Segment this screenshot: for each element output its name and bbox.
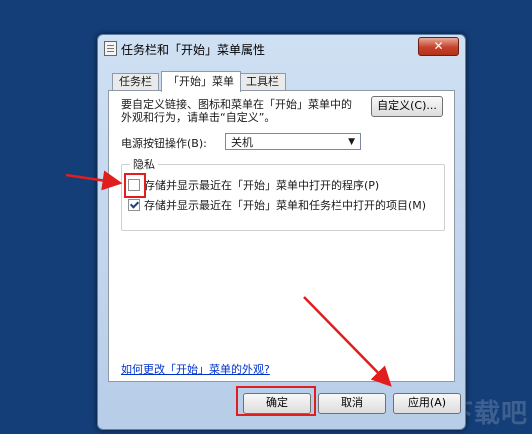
help-link[interactable]: 如何更改「开始」菜单的外观?	[121, 361, 270, 377]
store-recent-items-label: 存储并显示最近在「开始」菜单和任务栏中打开的项目(M)	[144, 199, 427, 212]
chevron-down-icon: ▼	[348, 137, 355, 147]
store-recent-items-checkbox[interactable]	[128, 199, 140, 211]
close-icon: ✕	[433, 39, 444, 53]
privacy-group: 隐私 存储并显示最近在「开始」菜单中打开的程序(P) 存储并显示最近在「开始」菜…	[121, 158, 445, 231]
tab-taskbar[interactable]: 任务栏	[112, 73, 159, 90]
tab-toolbars[interactable]: 工具栏	[239, 73, 286, 90]
description-line-1: 要自定义链接、图标和菜单在「开始」菜单中的	[121, 98, 352, 111]
window-icon	[104, 41, 117, 56]
power-button-action-select[interactable]: 关机 ▼	[225, 133, 361, 150]
start-menu-panel: 要自定义链接、图标和菜单在「开始」菜单中的 外观和行为，请单击“自定义”。 自定…	[108, 90, 455, 382]
power-button-action-value: 关机	[231, 136, 253, 149]
title-bar[interactable]: 任务栏和「开始」菜单属性 ✕	[98, 35, 465, 61]
apply-button[interactable]: 应用(A)	[393, 393, 461, 414]
store-recent-programs-option[interactable]: 存储并显示最近在「开始」菜单中打开的程序(P)	[128, 179, 379, 193]
description-line-2: 外观和行为，请单击“自定义”。	[121, 111, 276, 124]
tab-start-menu[interactable]: 「开始」菜单	[161, 71, 241, 92]
customize-button[interactable]: 自定义(C)...	[371, 96, 443, 117]
close-button[interactable]: ✕	[418, 37, 459, 56]
window-title: 任务栏和「开始」菜单属性	[121, 43, 266, 57]
store-recent-items-option[interactable]: 存储并显示最近在「开始」菜单和任务栏中打开的项目(M)	[128, 199, 426, 213]
privacy-legend: 隐私	[130, 158, 158, 171]
power-button-action-label: 电源按钮操作(B):	[121, 137, 207, 150]
highlight-box-checkbox	[124, 173, 146, 198]
taskbar-start-menu-properties-dialog: 任务栏和「开始」菜单属性 ✕ 任务栏 「开始」菜单 工具栏 要自定义链接、图标和…	[97, 34, 466, 430]
cancel-button[interactable]: 取消	[318, 393, 386, 414]
store-recent-programs-label: 存储并显示最近在「开始」菜单中打开的程序(P)	[144, 179, 380, 192]
description-text: 要自定义链接、图标和菜单在「开始」菜单中的 外观和行为，请单击“自定义”。	[121, 98, 361, 124]
highlight-box-ok-button	[236, 386, 316, 416]
